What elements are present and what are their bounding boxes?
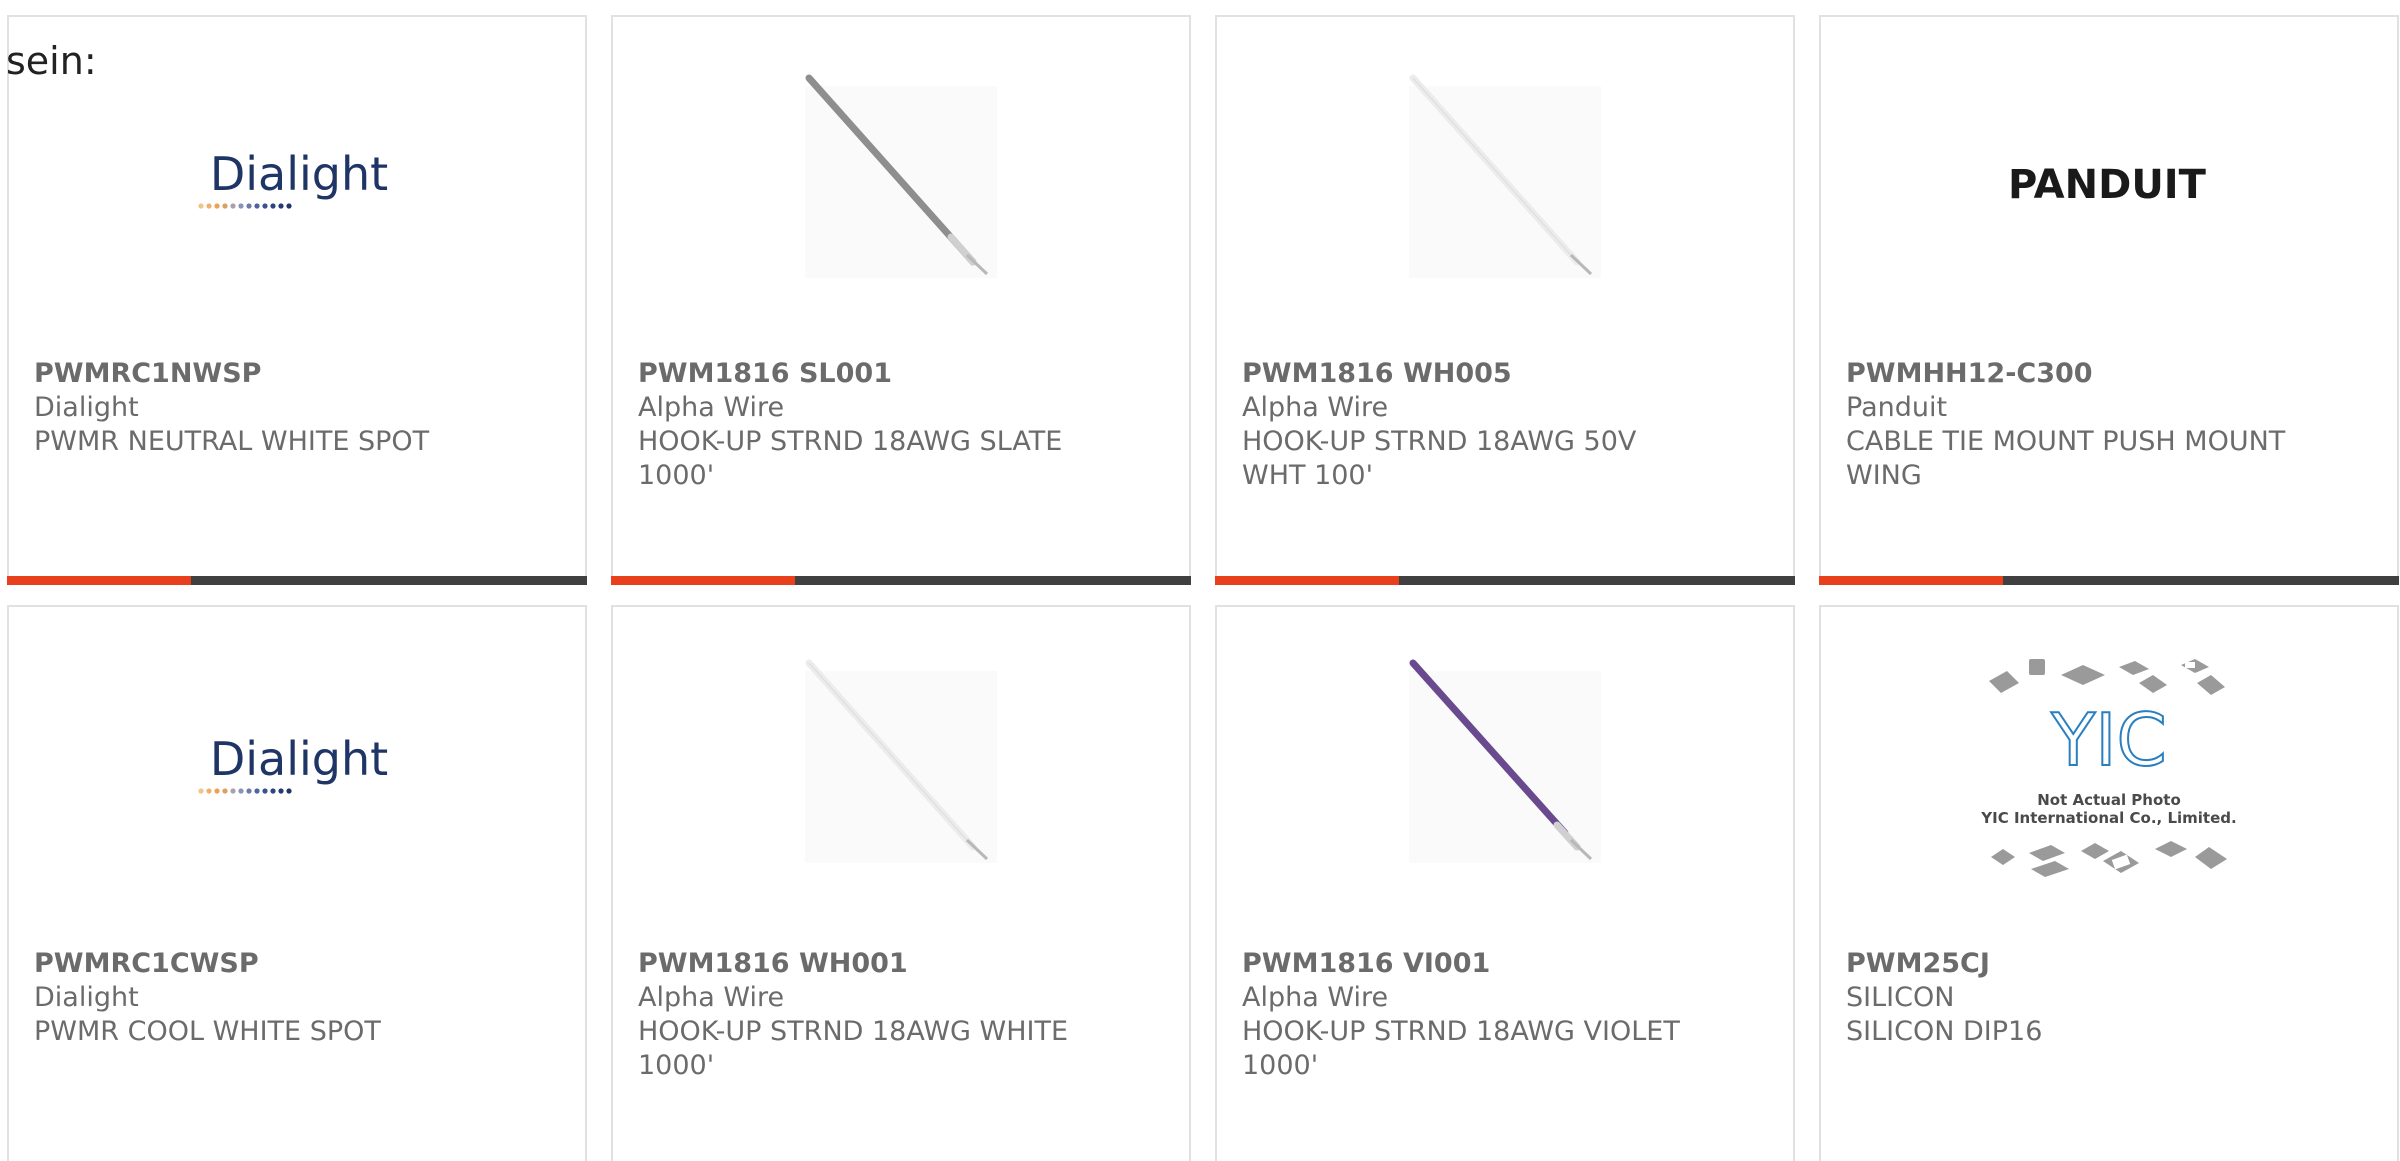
dialight-logo-icon: Dialight — [198, 147, 388, 209]
product-info: PWM1816 VI001 Alpha Wire HOOK-UP STRND 1… — [1242, 947, 1768, 1083]
product-info: PWM1816 SL001 Alpha Wire HOOK-UP STRND 1… — [638, 357, 1164, 493]
card-bottom-bar — [1215, 576, 1795, 585]
card-bottom-bar — [611, 576, 1191, 585]
wire-violet-icon — [1409, 659, 1601, 863]
product-image[interactable]: YIC Not Actual Photo YIC International C… — [1821, 657, 2397, 877]
description: CABLE TIE MOUNT PUSH MOUNT WING — [1846, 426, 2286, 491]
manufacturer: Panduit — [1846, 392, 1948, 423]
part-number-link[interactable]: PWM1816 VI001 — [1242, 947, 1768, 981]
description: PWMR COOL WHITE SPOT — [34, 1016, 381, 1047]
product-image[interactable] — [613, 72, 1189, 292]
part-number-link[interactable]: PWM1816 WH005 — [1242, 357, 1768, 391]
wire-white-icon — [805, 659, 997, 863]
description: SILICON DIP16 — [1846, 1016, 2043, 1047]
yic-placeholder-icon: YIC Not Actual Photo YIC International C… — [1980, 659, 2237, 877]
svg-text:PANDUIT: PANDUIT — [2008, 162, 2207, 208]
product-image[interactable]: Dialight — [9, 72, 585, 292]
wire-white-icon — [1409, 74, 1601, 278]
product-card[interactable]: YIC Not Actual Photo YIC International C… — [1819, 605, 2399, 1161]
accent-bar — [1819, 576, 2003, 585]
product-image[interactable] — [1217, 657, 1793, 877]
description: HOOK-UP STRND 18AWG WHITE 1000' — [638, 1016, 1069, 1081]
accent-bar — [611, 576, 795, 585]
wire-slate-icon — [805, 74, 997, 278]
product-card[interactable]: PWM1816 WH001 Alpha Wire HOOK-UP STRND 1… — [611, 605, 1191, 1161]
description: PWMR NEUTRAL WHITE SPOT — [34, 426, 430, 457]
manufacturer: Alpha Wire — [1242, 392, 1389, 423]
product-info: PWMRC1NWSP Dialight PWMR NEUTRAL WHITE S… — [34, 357, 560, 459]
product-info: PWM1816 WH001 Alpha Wire HOOK-UP STRND 1… — [638, 947, 1164, 1083]
card-bottom-bar — [1819, 576, 2399, 585]
svg-text:Dialight: Dialight — [210, 147, 388, 201]
product-card[interactable]: PWM1816 WH005 Alpha Wire HOOK-UP STRND 1… — [1215, 15, 1795, 585]
product-card[interactable]: PANDUIT PWMHH12-C300 Panduit CABLE TIE M… — [1819, 15, 2399, 585]
svg-text:YIC: YIC — [2050, 698, 2167, 782]
description: HOOK-UP STRND 18AWG VIOLET 1000' — [1242, 1016, 1680, 1081]
description: HOOK-UP STRND 18AWG 50V WHT 100' — [1242, 426, 1637, 491]
part-number-link[interactable]: PWMRC1NWSP — [34, 357, 560, 391]
dialight-logo-icon: Dialight — [198, 732, 388, 794]
part-number-link[interactable]: PWMRC1CWSP — [34, 947, 560, 981]
accent-bar — [7, 576, 191, 585]
part-number-link[interactable]: PWM25CJ — [1846, 947, 2372, 981]
product-results-page: sein: Dialight PWMRC1NWSP Dialight PWMR … — [0, 0, 2400, 1161]
card-bottom-bar — [7, 576, 587, 585]
part-number-link[interactable]: PWMHH12-C300 — [1846, 357, 2372, 391]
lead-text: sein: — [6, 39, 97, 83]
product-info: PWM1816 WH005 Alpha Wire HOOK-UP STRND 1… — [1242, 357, 1768, 493]
product-card[interactable]: Dialight PWMRC1CWSP Dialight PWMR COOL W… — [7, 605, 587, 1161]
manufacturer: Alpha Wire — [638, 982, 785, 1013]
manufacturer: Alpha Wire — [638, 392, 785, 423]
product-info: PWMRC1CWSP Dialight PWMR COOL WHITE SPOT — [34, 947, 560, 1049]
part-number-link[interactable]: PWM1816 WH001 — [638, 947, 1164, 981]
product-card[interactable]: PWM1816 SL001 Alpha Wire HOOK-UP STRND 1… — [611, 15, 1191, 585]
manufacturer: Dialight — [34, 392, 139, 423]
panduit-logo-icon: PANDUIT — [2008, 162, 2207, 208]
product-info: PWM25CJ SILICON SILICON DIP16 — [1846, 947, 2372, 1049]
product-image[interactable] — [1217, 72, 1793, 292]
manufacturer: SILICON — [1846, 982, 1955, 1013]
product-image[interactable]: PANDUIT — [1821, 72, 2397, 292]
svg-text:YIC International Co., Limited: YIC International Co., Limited. — [1980, 809, 2236, 827]
product-info: PWMHH12-C300 Panduit CABLE TIE MOUNT PUS… — [1846, 357, 2372, 493]
product-card[interactable]: Dialight PWMRC1NWSP Dialight PWMR NEUTRA… — [7, 15, 587, 585]
part-number-link[interactable]: PWM1816 SL001 — [638, 357, 1164, 391]
manufacturer: Dialight — [34, 982, 139, 1013]
product-image[interactable]: Dialight — [9, 657, 585, 877]
product-grid: Dialight PWMRC1NWSP Dialight PWMR NEUTRA… — [7, 15, 2399, 1161]
product-image[interactable] — [613, 657, 1189, 877]
accent-bar — [1215, 576, 1399, 585]
svg-text:Not Actual Photo: Not Actual Photo — [2037, 791, 2181, 809]
product-card[interactable]: PWM1816 VI001 Alpha Wire HOOK-UP STRND 1… — [1215, 605, 1795, 1161]
svg-text:Dialight: Dialight — [210, 732, 388, 786]
description: HOOK-UP STRND 18AWG SLATE 1000' — [638, 426, 1063, 491]
manufacturer: Alpha Wire — [1242, 982, 1389, 1013]
